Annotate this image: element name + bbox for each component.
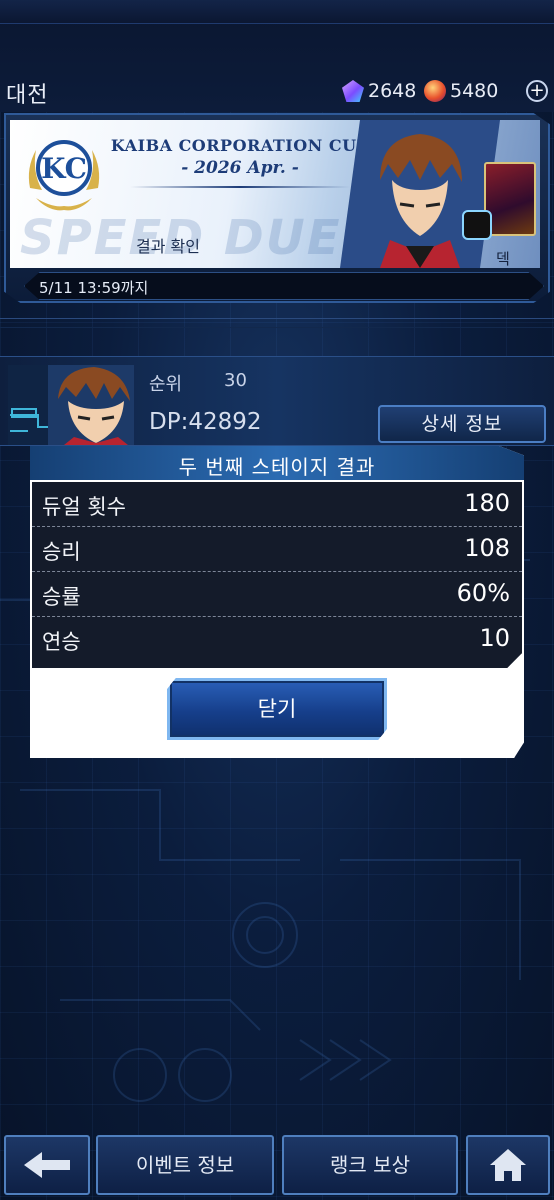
- banner-art: SPEED DUEL KC KAIBA CORPORATION CUP - 20…: [10, 120, 540, 268]
- detail-info-button[interactable]: 상세 정보: [378, 405, 546, 443]
- add-currency-button[interactable]: +: [526, 80, 548, 102]
- bottom-nav: 이벤트 정보 랭크 보상: [0, 1128, 554, 1200]
- stat-row-win-rate: 승률 60%: [32, 572, 522, 617]
- arrow-left-icon: [24, 1152, 70, 1178]
- deck-label: 덱: [496, 250, 510, 268]
- home-button[interactable]: [466, 1135, 550, 1195]
- plus-icon: +: [529, 80, 545, 101]
- rank-panel: 순위 30 DP:42892 상세 정보: [0, 356, 554, 446]
- stat-row-win-streak: 연승 10: [32, 617, 522, 662]
- character-portrait: [340, 120, 500, 268]
- result-stats-table: 듀얼 횟수 180 승리 108 승률 60% 연승 10: [32, 482, 522, 668]
- stage-result-dialog: 두 번째 스테이지 결과 듀얼 횟수 180 승리 108 승률 60% 연승 …: [30, 446, 524, 758]
- rank-reward-button[interactable]: 랭크 보상: [282, 1135, 458, 1195]
- event-banner[interactable]: SPEED DUEL KC KAIBA CORPORATION CUP - 20…: [4, 113, 550, 303]
- top-bar: 대전 2648 5480 +: [0, 0, 554, 112]
- stat-label: 듀얼 횟수: [42, 495, 126, 519]
- orb-icon: [424, 80, 446, 102]
- player-avatar: [8, 365, 134, 445]
- stat-row-duel-count: 듀얼 횟수 180: [32, 482, 522, 527]
- orb-count: 5480: [450, 80, 499, 102]
- orb-counter: 5480: [424, 80, 498, 102]
- event-info-button[interactable]: 이벤트 정보: [96, 1135, 274, 1195]
- rank-label: 순위: [149, 374, 183, 395]
- gem-count: 2648: [368, 80, 417, 102]
- kc-logo-icon: KC: [28, 140, 100, 211]
- deadline-bar: 5/11 13:59까지: [24, 272, 544, 300]
- close-button[interactable]: 닫기: [167, 678, 387, 740]
- kc-logo-text: KC: [41, 152, 87, 185]
- stat-value: 10: [479, 624, 510, 652]
- back-button[interactable]: [4, 1135, 90, 1195]
- rank-value: 30: [224, 370, 247, 391]
- dp-value: DP:42892: [149, 409, 262, 435]
- stat-row-wins: 승리 108: [32, 527, 522, 572]
- dialog-title: 두 번째 스테이지 결과: [178, 455, 376, 479]
- stat-value: 60%: [456, 579, 510, 607]
- section-divider: [0, 318, 554, 328]
- gem-icon: [342, 80, 364, 102]
- deck-box-icon[interactable]: [462, 210, 492, 240]
- top-strip: [0, 0, 554, 24]
- cup-divider: [130, 186, 350, 188]
- deadline-text: 5/11 13:59까지: [39, 279, 149, 297]
- cup-subtitle: - 2026 Apr. -: [181, 158, 299, 178]
- result-check-label: 결과 확인: [136, 237, 200, 256]
- stat-value: 180: [464, 489, 510, 517]
- stat-label: 승리: [42, 540, 81, 564]
- dialog-header: 두 번째 스테이지 결과: [30, 446, 524, 480]
- stat-label: 승률: [42, 585, 81, 609]
- page-title: 대전: [6, 83, 49, 108]
- stat-label: 연승: [42, 630, 81, 654]
- stat-value: 108: [464, 534, 510, 562]
- gem-counter: 2648: [342, 80, 416, 102]
- cup-title: KAIBA CORPORATION CUP: [110, 136, 370, 155]
- home-icon: [490, 1149, 526, 1181]
